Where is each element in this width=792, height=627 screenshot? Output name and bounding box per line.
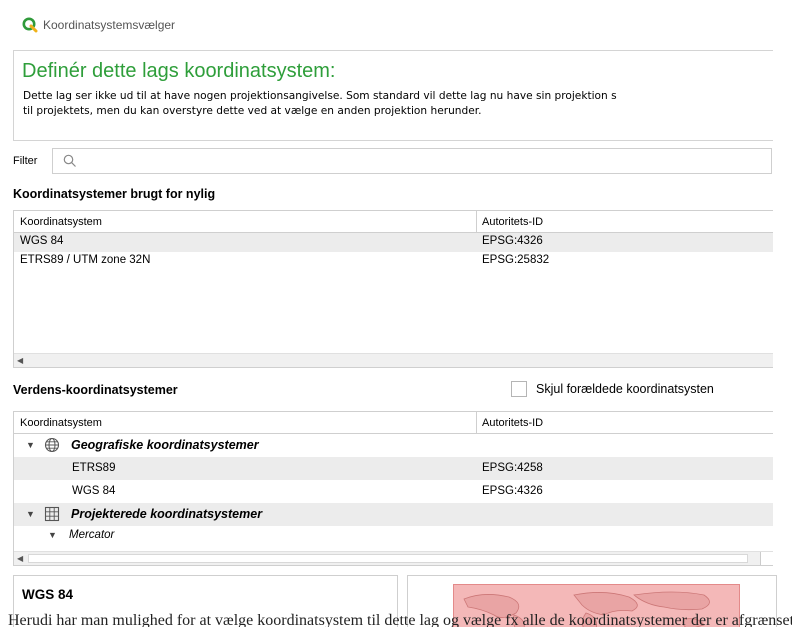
info-description-line2: til projektets, men du kan overstyre det… <box>23 105 482 117</box>
info-description-line1: Dette lag ser ikke ud til at have nogen … <box>23 90 617 102</box>
crs-name: WGS 84 <box>72 485 116 497</box>
table-row[interactable]: ETRS89 / UTM zone 32N EPSG:25832 <box>14 252 773 271</box>
tree-item[interactable]: WGS 84 EPSG:4326 <box>14 480 773 503</box>
hide-deprecated-label[interactable]: Skjul forældede koordinatsysten <box>536 382 714 396</box>
recent-crs-table: Koordinatsystem Autoritets-ID WGS 84 EPS… <box>13 210 773 368</box>
window-title: Koordinatsystemsvælger <box>43 18 176 32</box>
hide-deprecated-checkbox[interactable] <box>511 381 527 397</box>
filter-label: Filter <box>13 155 38 167</box>
scroll-left-icon[interactable]: ◀ <box>17 554 23 563</box>
subgroup-label: Mercator <box>69 529 115 541</box>
group-label: Projekterede koordinatsystemer <box>71 507 263 521</box>
horizontal-scrollbar[interactable]: ◀ <box>14 551 773 565</box>
world-crs-label: Verdens-koordinatsystemer <box>13 383 178 397</box>
crs-name: ETRS89 / UTM zone 32N <box>20 254 151 266</box>
expand-arrow-icon[interactable]: ▼ <box>48 530 57 540</box>
column-header-crs[interactable]: Koordinatsystem <box>20 216 102 228</box>
scroll-thumb[interactable] <box>28 554 748 563</box>
crs-id: EPSG:4326 <box>482 485 543 497</box>
world-table-header: Koordinatsystem Autoritets-ID <box>14 412 773 434</box>
tree-group-projected[interactable]: ▼ Projekterede koordinatsystemer <box>14 503 773 526</box>
column-header-authority[interactable]: Autoritets-ID <box>482 417 543 429</box>
crs-id: EPSG:4258 <box>482 462 543 474</box>
horizontal-scrollbar[interactable]: ◀ <box>14 353 773 367</box>
crs-name: ETRS89 <box>72 462 116 474</box>
globe-icon <box>44 437 60 453</box>
expand-arrow-icon[interactable]: ▼ <box>26 509 35 519</box>
crs-id: EPSG:25832 <box>482 254 550 266</box>
recent-crs-label: Koordinatsystemer brugt for nylig <box>13 187 216 201</box>
info-panel: Definér dette lags koordinatsystem: Dett… <box>13 50 773 141</box>
filter-input[interactable] <box>52 148 772 174</box>
footer-text: Herudi har man mulighed for at vælge koo… <box>8 612 792 627</box>
tree-subgroup-mercator[interactable]: ▼ Mercator <box>14 526 773 546</box>
group-label: Geografiske koordinatsystemer <box>71 438 259 452</box>
world-crs-tree: Koordinatsystem Autoritets-ID ▼ Geografi… <box>13 411 773 566</box>
scroll-left-icon[interactable]: ◀ <box>17 356 23 365</box>
scroll-right-button[interactable] <box>760 552 773 565</box>
selected-crs-name: WGS 84 <box>22 587 74 602</box>
grid-icon <box>44 506 60 522</box>
qgis-logo-icon <box>22 17 38 33</box>
column-header-authority[interactable]: Autoritets-ID <box>482 216 543 228</box>
tree-group-geographic[interactable]: ▼ Geografiske koordinatsystemer <box>14 434 773 457</box>
column-header-crs[interactable]: Koordinatsystem <box>20 417 102 429</box>
window-titlebar: Koordinatsystemsvælger <box>0 0 792 44</box>
info-heading: Definér dette lags koordinatsystem: <box>22 60 336 82</box>
info-description: Dette lag ser ikke ud til at have nogen … <box>23 89 783 119</box>
crs-name: WGS 84 <box>20 235 64 247</box>
crs-id: EPSG:4326 <box>482 235 543 247</box>
expand-arrow-icon[interactable]: ▼ <box>26 440 35 450</box>
tree-item[interactable]: ETRS89 EPSG:4258 <box>14 457 773 480</box>
search-icon <box>63 154 76 167</box>
recent-table-header: Koordinatsystem Autoritets-ID <box>14 211 773 233</box>
table-row[interactable]: WGS 84 EPSG:4326 <box>14 233 773 252</box>
